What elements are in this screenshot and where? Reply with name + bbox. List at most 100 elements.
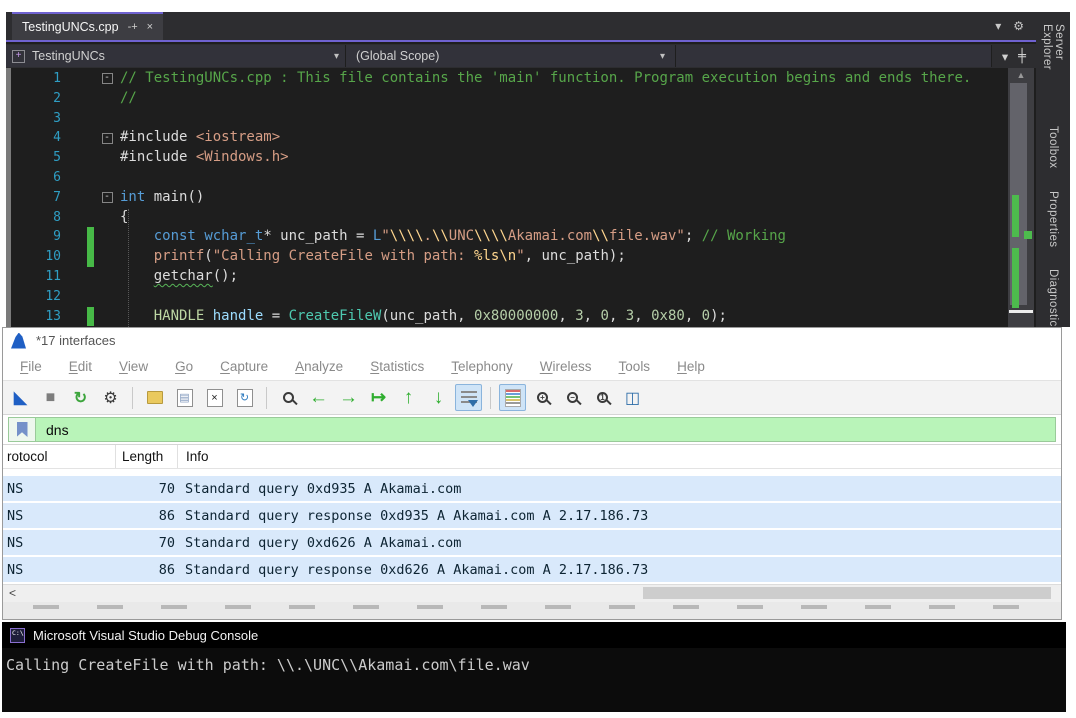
capture-options-icon[interactable]: ⚙ <box>97 384 124 411</box>
close-tab-icon[interactable]: × <box>147 21 153 33</box>
scroll-left-icon[interactable]: < <box>9 586 16 600</box>
auto-scroll-icon[interactable] <box>455 384 482 411</box>
menu-tools[interactable]: Tools <box>619 359 651 374</box>
packet-row[interactable]: NS70Standard query 0xd626 A Akamai.com <box>3 530 1061 555</box>
gutter-gap <box>67 287 87 307</box>
scrollbar-thumb[interactable] <box>643 587 1051 599</box>
menu-go[interactable]: Go <box>175 359 193 374</box>
save-file-icon[interactable]: ▤ <box>171 384 198 411</box>
side-tab-properties[interactable]: Properties <box>1047 191 1059 247</box>
line-number: 4 <box>11 128 67 148</box>
packet-protocol: NS <box>3 535 115 551</box>
wireshark-title: *17 interfaces <box>36 333 116 348</box>
horizontal-scrollbar[interactable]: < <box>3 584 1061 602</box>
gutter-gap <box>67 168 87 188</box>
fold-collapse-icon[interactable]: - <box>102 73 113 84</box>
indent-guide <box>128 209 129 327</box>
tab-bar-actions: ▾ ⚙ <box>995 12 1036 40</box>
gutter-gap <box>67 109 87 129</box>
packet-list-header: rotocol Length Info <box>3 445 1061 469</box>
packet-row[interactable]: NS86Standard query response 0xd626 A Aka… <box>3 557 1061 582</box>
filter-bar: dns <box>3 415 1061 445</box>
change-bar-empty <box>87 69 94 89</box>
packet-row[interactable]: NS86Standard query response 0xd935 A Aka… <box>3 503 1061 528</box>
menu-edit[interactable]: Edit <box>69 359 92 374</box>
line-number: 3 <box>11 109 67 129</box>
scroll-up-icon[interactable]: ▲ <box>1008 70 1034 80</box>
col-header-length[interactable]: Length <box>115 445 177 468</box>
code-text: #include <iostream> <box>120 128 280 148</box>
code-line: 4 -#include <iostream> <box>11 128 1004 148</box>
change-bar-empty <box>87 267 94 287</box>
scope-dropdown[interactable]: (Global Scope) ▾ <box>346 45 676 67</box>
console-title: Microsoft Visual Studio Debug Console <box>33 628 258 643</box>
resize-columns-icon[interactable]: ◫ <box>619 384 646 411</box>
packet-row[interactable]: NS70Standard query 0xd935 A Akamai.com <box>3 476 1061 501</box>
find-packet-icon[interactable] <box>275 384 302 411</box>
chevron-down-icon[interactable]: ▾ <box>995 19 1001 33</box>
filter-bookmark-button[interactable] <box>9 418 36 441</box>
code-editor[interactable]: 1-// TestingUNCs.cpp : This file contain… <box>6 68 1004 327</box>
fold-collapse-icon[interactable]: - <box>102 192 113 203</box>
pin-icon[interactable]: -+ <box>128 21 138 33</box>
chevron-down-icon: ▾ <box>334 51 339 62</box>
gutter-gap <box>67 69 87 89</box>
reload-file-icon[interactable]: ↻ <box>231 384 258 411</box>
go-back-icon[interactable]: ← <box>305 384 332 411</box>
menu-analyze[interactable]: Analyze <box>295 359 343 374</box>
side-tab-diagnostic[interactable]: Diagnostic <box>1047 269 1059 327</box>
go-forward-icon[interactable]: → <box>335 384 362 411</box>
go-last-packet-icon[interactable]: ↓ <box>425 384 452 411</box>
gear-icon[interactable]: ⚙ <box>1013 19 1024 33</box>
member-dropdown[interactable] <box>676 45 992 67</box>
change-bar-empty <box>87 109 94 129</box>
go-first-packet-icon[interactable]: ↑ <box>395 384 422 411</box>
editor-tab-title: TestingUNCs.cpp <box>22 20 119 34</box>
zoom-in-icon[interactable]: + <box>529 384 556 411</box>
stop-capture-icon[interactable]: ■ <box>37 384 64 411</box>
start-capture-icon[interactable]: ◣ <box>7 384 34 411</box>
code-line: 1-// TestingUNCs.cpp : This file contain… <box>11 69 1004 89</box>
type-dropdown[interactable]: + TestingUNCs ▾ <box>6 45 346 67</box>
change-bar <box>87 307 94 327</box>
side-tab-toolbox[interactable]: Toolbox <box>1047 126 1059 168</box>
change-annotation <box>1012 195 1019 237</box>
editor-tab[interactable]: TestingUNCs.cpp -+ × <box>12 12 163 40</box>
close-file-icon[interactable]: × <box>201 384 228 411</box>
zoom-out-icon[interactable]: − <box>559 384 586 411</box>
col-header-info[interactable]: Info <box>177 445 1061 468</box>
open-file-icon[interactable] <box>141 384 168 411</box>
display-filter-input[interactable]: dns <box>8 417 1056 442</box>
cpp-class-icon: + <box>12 50 25 63</box>
nav-bar-actions: ▾ ╪ <box>992 49 1036 64</box>
code-text: const wchar_t* unc_path = L"\\\\.\\UNC\\… <box>120 227 786 247</box>
fold-collapse-icon[interactable]: - <box>102 133 113 144</box>
code-line: 13 HANDLE handle = CreateFileW(unc_path,… <box>11 307 1004 327</box>
gutter-gap <box>67 307 87 327</box>
fold-column: - <box>94 192 120 203</box>
editor-scrollbar[interactable]: ▲ <box>1008 68 1034 327</box>
zoom-100-icon[interactable]: 1 <box>589 384 616 411</box>
chevron-down-icon[interactable]: ▾ <box>1002 49 1008 64</box>
menu-help[interactable]: Help <box>677 359 705 374</box>
menu-capture[interactable]: Capture <box>220 359 268 374</box>
menu-wireless[interactable]: Wireless <box>540 359 592 374</box>
code-line: 7-int main() <box>11 188 1004 208</box>
line-number: 5 <box>11 148 67 168</box>
wireshark-title-bar: *17 interfaces <box>3 328 1061 353</box>
gutter-gap <box>67 188 87 208</box>
split-editor-icon[interactable]: ╪ <box>1018 49 1026 64</box>
menu-telephony[interactable]: Telephony <box>451 359 513 374</box>
restart-capture-icon[interactable]: ↻ <box>67 384 94 411</box>
colorize-icon[interactable] <box>499 384 526 411</box>
wireshark-menu-bar: File Edit View Go Capture Analyze Statistics Te… <box>3 353 1061 380</box>
menu-statistics[interactable]: Statistics <box>370 359 424 374</box>
line-number: 9 <box>11 227 67 247</box>
go-to-packet-icon[interactable]: ↦ <box>365 384 392 411</box>
menu-file[interactable]: File <box>20 359 42 374</box>
col-header-protocol[interactable]: rotocol <box>3 449 115 464</box>
change-annotation <box>1012 248 1019 308</box>
magnifier-glyph: − <box>567 392 578 403</box>
menu-view[interactable]: View <box>119 359 148 374</box>
side-tab-server-explorer[interactable]: Server Explorer <box>1041 24 1065 104</box>
